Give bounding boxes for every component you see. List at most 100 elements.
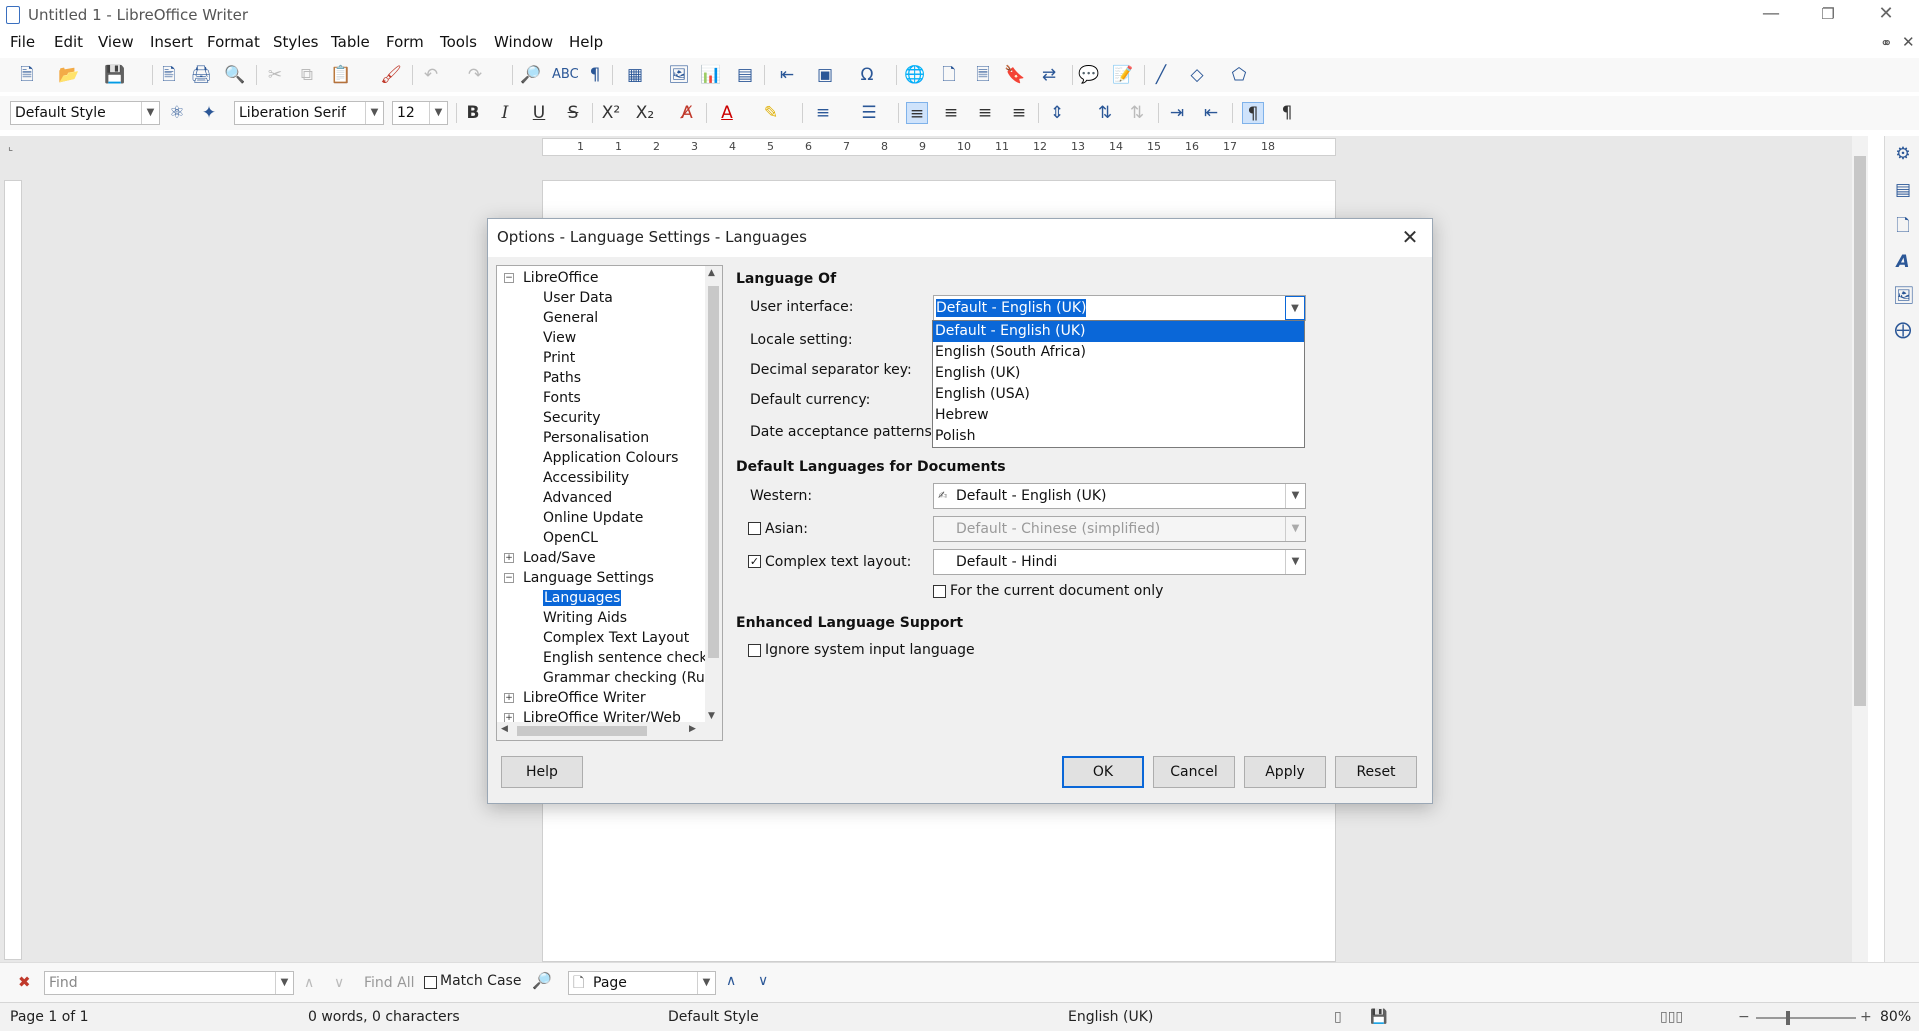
ignore-input-checkbox[interactable]	[748, 644, 761, 657]
tree-hscroll-thumb[interactable]	[517, 726, 647, 736]
font-name-combo[interactable]: Liberation Serif ▼	[234, 101, 384, 125]
footnote-icon[interactable]: 🗋	[938, 64, 960, 86]
chevron-down-icon[interactable]: ▼	[697, 972, 715, 994]
ok-button[interactable]: OK	[1062, 756, 1144, 788]
chevron-down-icon[interactable]: ▼	[1285, 517, 1305, 541]
zoom-slider-handle[interactable]	[1786, 1011, 1790, 1025]
insert-chart-icon[interactable]: 📊	[700, 64, 722, 86]
line-spacing-icon[interactable]: ⇕	[1046, 102, 1068, 124]
tree-scroll-thumb[interactable]	[708, 286, 719, 658]
vertical-scrollbar[interactable]	[1852, 136, 1868, 962]
justify-icon[interactable]: ≡	[1008, 102, 1030, 124]
western-dropdown[interactable]: ✍ Default - English (UK) ▼	[933, 483, 1306, 509]
clear-formatting-icon[interactable]: A̸	[676, 102, 698, 124]
scrollbar-thumb[interactable]	[1854, 156, 1866, 706]
insert-textbox-icon[interactable]: ▤	[734, 64, 756, 86]
font-color-icon[interactable]: A	[716, 102, 738, 124]
copy-icon[interactable]: ⧉	[296, 64, 318, 86]
styles-icon[interactable]: A	[1893, 252, 1913, 272]
save-icon[interactable]: 💾	[104, 64, 126, 86]
find-replace-icon[interactable]: 🔎	[520, 64, 542, 86]
align-left-icon[interactable]: ≡	[906, 102, 928, 124]
tree-item[interactable]: Security	[543, 408, 601, 428]
tree-item[interactable]: Languages	[543, 588, 622, 608]
doc-modified-icon[interactable]: 💾	[1370, 1009, 1387, 1025]
tree-item[interactable]: Writing Aids	[543, 608, 627, 628]
scroll-left-icon[interactable]: ◀	[501, 724, 508, 734]
print-icon[interactable]: 🖨	[190, 64, 212, 86]
rtl-icon[interactable]: ¶	[1276, 102, 1298, 124]
chevron-down-icon[interactable]: ▼	[1285, 296, 1305, 320]
tree-item[interactable]: − Language Settings	[504, 568, 654, 588]
listbox-option[interactable]: Hebrew	[933, 405, 1304, 426]
listbox-option[interactable]: English (USA)	[933, 384, 1304, 405]
horizontal-ruler[interactable]: 1 1 2 3 4 5 6 7 8 9 10 11 12 13 14 15 16 17 18	[542, 138, 1336, 156]
italic-icon[interactable]: I	[494, 102, 516, 124]
tree-item[interactable]: Complex Text Layout	[543, 628, 689, 648]
menu-window[interactable]: Window	[494, 33, 553, 51]
underline-icon[interactable]: U	[528, 102, 550, 124]
page-break-icon[interactable]: ⇤	[776, 64, 798, 86]
collapse-icon[interactable]: −	[504, 573, 514, 583]
asian-checkbox[interactable]	[748, 522, 761, 535]
align-right-icon[interactable]: ≡	[974, 102, 996, 124]
print-preview-icon[interactable]: 🔍	[224, 64, 246, 86]
tree-vertical-scrollbar[interactable]: ▲ ▼	[705, 266, 722, 723]
tree-item[interactable]: Fonts	[543, 388, 581, 408]
decrease-indent-icon[interactable]: ⇤	[1200, 102, 1222, 124]
menu-format[interactable]: Format	[207, 33, 260, 51]
vertical-ruler[interactable]	[4, 180, 22, 960]
page-count[interactable]: Page 1 of 1	[10, 1009, 89, 1025]
cut-icon[interactable]: ✂	[264, 64, 286, 86]
strikethrough-icon[interactable]: S	[562, 102, 584, 124]
expand-icon[interactable]: +	[504, 553, 514, 563]
superscript-icon[interactable]: X²	[600, 102, 622, 124]
menu-help[interactable]: Help	[569, 33, 603, 51]
chevron-down-icon[interactable]: ▼	[141, 102, 159, 124]
align-center-icon[interactable]: ≡	[940, 102, 962, 124]
find-replace-icon[interactable]: 🔎	[532, 971, 552, 990]
page-style[interactable]: Default Style	[668, 1009, 759, 1025]
current-document-checkbox[interactable]	[933, 585, 946, 598]
user-interface-dropdown[interactable]: Default - English (UK) ▼	[933, 295, 1306, 321]
close-find-icon[interactable]: ✖	[18, 973, 31, 991]
scroll-up-icon[interactable]: ▲	[708, 268, 715, 278]
listbox-option[interactable]: English (South Africa)	[933, 342, 1304, 363]
highlight-icon[interactable]: ✎	[760, 102, 782, 124]
properties-icon[interactable]: ▤	[1893, 180, 1913, 200]
font-size-combo[interactable]: 12 ▼	[392, 101, 448, 125]
tree-item[interactable]: Print	[543, 348, 575, 368]
export-pdf-icon[interactable]: 🖹	[158, 64, 180, 86]
word-count[interactable]: 0 words, 0 characters	[308, 1009, 460, 1025]
zoom-slider[interactable]	[1756, 1017, 1856, 1019]
scroll-down-icon[interactable]: ▼	[708, 711, 715, 721]
listbox-option[interactable]: Polish	[933, 426, 1304, 447]
tree-item[interactable]: OpenCL	[543, 528, 598, 548]
close-window-icon[interactable]: ✕	[1858, 0, 1914, 30]
reset-button[interactable]: Reset	[1335, 756, 1417, 788]
insert-table-icon[interactable]: ▦	[624, 64, 646, 86]
listbox-option[interactable]: Default - English (UK)	[933, 321, 1304, 342]
spelling-icon[interactable]: ABC	[552, 64, 579, 86]
menu-tools[interactable]: Tools	[440, 33, 477, 51]
tree-item[interactable]: Online Update	[543, 508, 643, 528]
chevron-down-icon[interactable]: ▼	[275, 972, 293, 994]
menu-file[interactable]: File	[10, 33, 35, 51]
tree-item[interactable]: Advanced	[543, 488, 612, 508]
ctl-dropdown[interactable]: Default - Hindi ▼	[933, 549, 1306, 575]
subscript-icon[interactable]: X₂	[634, 102, 656, 124]
restore-icon[interactable]: ❐	[1800, 0, 1856, 30]
basic-shapes-icon[interactable]: ◇	[1186, 64, 1208, 86]
paragraph-style-combo[interactable]: Default Style ▼	[10, 101, 160, 125]
new-style-icon[interactable]: ✦	[198, 102, 220, 124]
tree-item[interactable]: Application Colours	[543, 448, 678, 468]
numbered-list-icon[interactable]: ☰	[858, 102, 880, 124]
tree-horizontal-scrollbar[interactable]: ◀ ▶	[497, 722, 722, 740]
chevron-down-icon[interactable]: ▼	[1285, 550, 1305, 574]
paste-icon[interactable]: 📋	[330, 64, 352, 86]
update-style-icon[interactable]: ⚛	[166, 102, 188, 124]
navigator-icon[interactable]: ⨁	[1893, 320, 1913, 340]
match-case-checkbox[interactable]	[424, 976, 437, 989]
find-previous-icon[interactable]: ∧	[304, 975, 314, 991]
undo-icon[interactable]: ↶	[420, 64, 442, 86]
